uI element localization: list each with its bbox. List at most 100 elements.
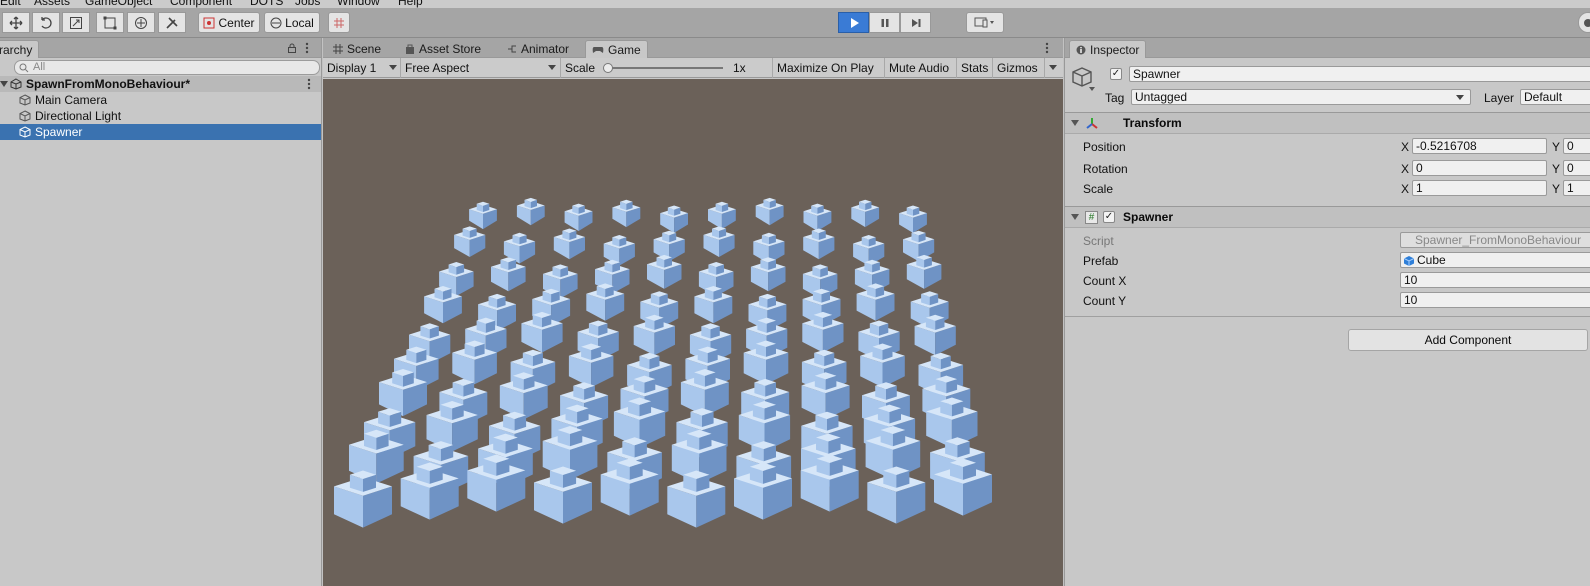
pause-button[interactable] bbox=[869, 12, 900, 33]
chevron-down-icon[interactable] bbox=[0, 80, 8, 88]
maximize-on-play-toggle[interactable]: Maximize On Play bbox=[773, 58, 885, 78]
inspector-tab-label: Inspector bbox=[1090, 42, 1140, 57]
cube-2 bbox=[564, 203, 593, 231]
step-button[interactable] bbox=[900, 12, 931, 33]
cube-17 bbox=[803, 228, 835, 260]
scale-label: Scale bbox=[565, 61, 596, 75]
tab-label: Animator bbox=[521, 42, 570, 56]
spawner-component-header[interactable]: # ✓ Spawner bbox=[1065, 206, 1590, 228]
pivot-label: Center bbox=[218, 15, 255, 30]
hierarchy-item-main-camera[interactable]: Main Camera bbox=[0, 92, 321, 108]
cube-10 bbox=[454, 226, 486, 257]
chevron-down-icon[interactable] bbox=[1071, 213, 1079, 221]
main-toolbar: Center Local bbox=[0, 8, 1590, 38]
active-checkbox[interactable]: ✓ bbox=[1110, 68, 1122, 80]
scale-y-field[interactable]: 1 bbox=[1563, 180, 1590, 196]
menu-edit[interactable]: Edit bbox=[0, 0, 21, 8]
gizmos-toggle[interactable]: Gizmos bbox=[993, 58, 1045, 78]
county-field[interactable]: 10 bbox=[1400, 292, 1590, 308]
play-icon bbox=[850, 17, 859, 28]
hierarchy-search-input[interactable]: All bbox=[14, 60, 320, 75]
gameobject-large-icon[interactable] bbox=[1071, 66, 1097, 92]
gamepad-icon bbox=[592, 46, 604, 53]
rect-tool-button[interactable] bbox=[96, 12, 124, 33]
position-y-field[interactable]: 0 bbox=[1563, 138, 1590, 154]
cube-6 bbox=[755, 197, 784, 226]
tab-scene[interactable]: Scene bbox=[327, 40, 387, 58]
tag-dropdown[interactable]: Untagged bbox=[1131, 89, 1471, 105]
add-component-button[interactable]: Add Component bbox=[1348, 329, 1588, 351]
kebab-menu-icon[interactable] bbox=[305, 42, 309, 54]
maximize-label: Maximize On Play bbox=[777, 61, 874, 75]
layer-dropdown[interactable]: Default bbox=[1520, 89, 1590, 105]
component-enabled-checkbox[interactable]: ✓ bbox=[1103, 211, 1115, 223]
position-x-field[interactable]: -0.5216708 bbox=[1412, 138, 1547, 154]
stats-label: Stats bbox=[961, 61, 989, 75]
transform-header[interactable]: Transform bbox=[1065, 112, 1590, 134]
scale-slider-track[interactable] bbox=[605, 67, 723, 69]
hierarchy-panel: rarchy All SpawnFromMonoBehaviour* Main … bbox=[0, 38, 322, 586]
aspect-dropdown[interactable]: Free Aspect bbox=[401, 58, 561, 78]
tab-hierarchy[interactable]: rarchy bbox=[0, 40, 40, 58]
account-button[interactable] bbox=[1578, 12, 1590, 33]
countx-field[interactable]: 10 bbox=[1400, 272, 1590, 288]
cube-0 bbox=[469, 201, 497, 230]
scale-slider-thumb[interactable] bbox=[603, 63, 613, 73]
tab-inspector[interactable]: Inspector bbox=[1069, 40, 1147, 58]
rotation-x-field[interactable]: 0 bbox=[1412, 160, 1547, 176]
gameobject-cube-icon bbox=[19, 94, 31, 106]
mute-label: Mute Audio bbox=[889, 61, 950, 75]
menu-window[interactable]: Window bbox=[337, 0, 380, 8]
transform-tool-button[interactable] bbox=[127, 12, 155, 33]
lock-icon[interactable] bbox=[287, 43, 297, 53]
transform-icon bbox=[135, 16, 147, 29]
scale-slider[interactable]: Scale 1x bbox=[561, 58, 773, 78]
mute-audio-toggle[interactable]: Mute Audio bbox=[885, 58, 957, 78]
scene-kebab-icon[interactable] bbox=[307, 78, 311, 90]
cube-15 bbox=[703, 226, 735, 257]
device-simulator-button[interactable] bbox=[966, 12, 1004, 33]
rotation-y-field[interactable]: 0 bbox=[1563, 160, 1590, 176]
gizmos-dropdown[interactable] bbox=[1045, 58, 1063, 78]
cube-35 bbox=[694, 286, 733, 324]
step-icon bbox=[911, 18, 920, 27]
stats-toggle[interactable]: Stats bbox=[957, 58, 993, 78]
cube-26 bbox=[750, 257, 786, 292]
chevron-down-icon bbox=[389, 65, 397, 70]
tab-game[interactable]: Game bbox=[585, 40, 648, 58]
tab-animator[interactable]: Animator bbox=[501, 40, 575, 58]
chevron-down-icon[interactable] bbox=[1071, 119, 1079, 127]
hierarchy-item-spawner[interactable]: Spawner bbox=[0, 124, 321, 140]
prefab-field[interactable]: Cube bbox=[1400, 252, 1590, 268]
move-tool-button[interactable] bbox=[2, 12, 30, 33]
menu-jobs[interactable]: Jobs bbox=[295, 0, 320, 8]
space-local-toggle[interactable]: Local bbox=[264, 12, 320, 33]
hierarchy-item-directional-light[interactable]: Directional Light bbox=[0, 108, 321, 124]
snap-toggle-button[interactable] bbox=[328, 12, 350, 33]
pivot-center-toggle[interactable]: Center bbox=[198, 12, 260, 33]
custom-tool-button[interactable] bbox=[158, 12, 186, 33]
asset-store-bag-icon bbox=[406, 44, 414, 54]
gameobject-cube-icon bbox=[19, 126, 31, 138]
spawner-title: Spawner bbox=[1123, 210, 1174, 224]
menu-assets[interactable]: Assets bbox=[34, 0, 70, 8]
rotate-tool-button[interactable] bbox=[32, 12, 60, 33]
menu-gameobject[interactable]: GameObject bbox=[85, 0, 152, 8]
script-hash-icon: # bbox=[1085, 211, 1098, 224]
game-kebab-icon[interactable] bbox=[1045, 42, 1049, 54]
scene-header-row[interactable]: SpawnFromMonoBehaviour* bbox=[0, 76, 321, 92]
menu-component[interactable]: Component bbox=[170, 0, 232, 8]
game-viewport[interactable] bbox=[323, 79, 1063, 586]
play-button[interactable] bbox=[838, 12, 869, 33]
tab-asset-store[interactable]: Asset Store bbox=[399, 40, 487, 58]
scale-tool-button[interactable] bbox=[62, 12, 90, 33]
menu-help[interactable]: Help bbox=[398, 0, 423, 8]
menu-dots[interactable]: DOTS bbox=[250, 0, 283, 8]
display-dropdown[interactable]: Display 1 bbox=[323, 58, 401, 78]
object-name-field[interactable]: Spawner bbox=[1129, 66, 1590, 82]
display-value: Display 1 bbox=[327, 61, 377, 75]
scale-label: Scale bbox=[1083, 182, 1114, 196]
tag-value: Untagged bbox=[1135, 90, 1188, 104]
scale-x-field[interactable]: 1 bbox=[1412, 180, 1547, 196]
hierarchy-item-label: Spawner bbox=[35, 125, 83, 139]
